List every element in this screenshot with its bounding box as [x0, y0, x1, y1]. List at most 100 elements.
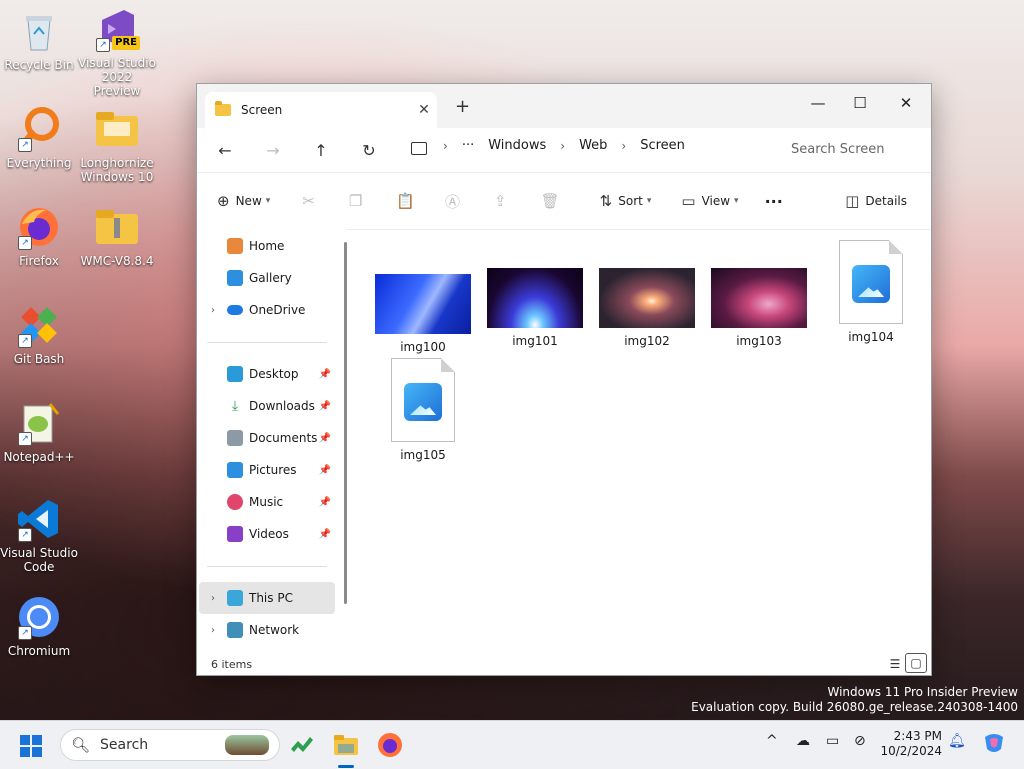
- cut-button[interactable]: ✂: [302, 192, 321, 210]
- desktop-icon-git-bash[interactable]: ↗ Git Bash: [0, 302, 78, 366]
- sidebar-item-home[interactable]: Home: [199, 230, 335, 262]
- desktop-icon-notepad-plus-plus[interactable]: ↗ Notepad++: [0, 400, 78, 464]
- desktop-icon-everything[interactable]: ↗ Everything: [0, 106, 78, 170]
- clock-date: 10/2/2024: [880, 744, 942, 758]
- chevron-right-icon[interactable]: ›: [199, 593, 227, 604]
- desktop-icon-label: Chromium: [7, 644, 71, 658]
- search-input[interactable]: Search Screen: [781, 136, 931, 164]
- notification-bell-icon[interactable]: 🔔︎: [948, 733, 966, 749]
- copilot-logo-icon: [985, 734, 1003, 752]
- file-name: img103: [736, 334, 782, 348]
- sidebar-scrollbar[interactable]: [344, 242, 347, 604]
- new-button[interactable]: ⊕ New ▾: [217, 192, 270, 210]
- onedrive-offline-icon[interactable]: ☁︎: [796, 733, 810, 749]
- details-button[interactable]: ◫ Details: [845, 192, 907, 210]
- network-icon: [227, 622, 243, 638]
- windows-watermark: Windows 11 Pro Insider Preview Evaluatio…: [691, 685, 1018, 715]
- desktop-icon-wmc[interactable]: WMC-V8.8.4: [78, 204, 156, 268]
- view-button[interactable]: ▭ View ▾: [681, 192, 738, 210]
- large-icons-view-toggle[interactable]: ▢: [905, 653, 927, 673]
- close-tab-icon[interactable]: ✕: [411, 102, 437, 118]
- new-label: New: [235, 194, 262, 208]
- taskbar-app-terminal[interactable]: [288, 731, 316, 759]
- sidebar-item-documents[interactable]: Documents 📌: [199, 422, 335, 454]
- chevron-right-icon: ›: [621, 138, 627, 153]
- sidebar-item-label: Gallery: [249, 271, 292, 285]
- more-crumbs-icon[interactable]: ···: [462, 138, 474, 153]
- desktop-icon-label: Visual Studio Code: [0, 546, 78, 574]
- cloud-icon: [227, 305, 243, 315]
- breadcrumb-windows[interactable]: Windows: [488, 138, 546, 153]
- search-highlight-image-icon: [225, 735, 269, 755]
- everything-icon: ↗: [16, 106, 62, 152]
- up-button[interactable]: ↑: [297, 141, 345, 160]
- forward-button[interactable]: →: [249, 141, 297, 160]
- network-icon[interactable]: ⊘: [854, 733, 866, 749]
- desktop-icon-recycle-bin[interactable]: Recycle Bin: [0, 8, 78, 72]
- sidebar-item-music[interactable]: Music 📌: [199, 486, 335, 518]
- desktop-icon-label: Git Bash: [13, 352, 65, 366]
- taskbar-search-box[interactable]: 🔍︎ Search: [60, 729, 280, 761]
- navigation-bar: ← → ↑ ↻ › ··· Windows › Web › Screen Sea…: [197, 128, 931, 173]
- trash-icon: 🗑: [540, 192, 560, 210]
- minimize-button[interactable]: —: [795, 88, 841, 118]
- image-thumbnail: [487, 268, 583, 328]
- recycle-bin-icon: [16, 8, 62, 54]
- desktop-icon-chromium[interactable]: ↗ Chromium: [0, 594, 78, 658]
- desktop-icon-longhornize[interactable]: Longhornize Windows 10: [78, 106, 156, 184]
- paste-button[interactable]: 📋: [396, 192, 421, 210]
- chevron-right-icon[interactable]: ›: [199, 305, 227, 316]
- desktop-icon-vscode[interactable]: ↗ Visual Studio Code: [0, 496, 78, 574]
- back-button[interactable]: ←: [201, 141, 249, 160]
- sidebar-item-pictures[interactable]: Pictures 📌: [199, 454, 335, 486]
- maximize-button[interactable]: ☐: [837, 88, 883, 118]
- shortcut-arrow-icon: ↗: [18, 236, 32, 250]
- shortcut-arrow-icon: ↗: [18, 528, 32, 542]
- taskbar-clock[interactable]: 2:43 PM 10/2/2024: [880, 729, 942, 759]
- sidebar-item-this-pc[interactable]: › This PC: [199, 582, 335, 614]
- desktop-icon-visual-studio-2022-preview[interactable]: PRE ↗ Visual Studio 2022 Preview: [78, 6, 156, 98]
- share-button[interactable]: ⇪: [494, 192, 513, 210]
- copy-button[interactable]: ❐: [349, 192, 368, 210]
- sidebar-item-desktop[interactable]: Desktop 📌: [199, 358, 335, 390]
- watermark-line-2: Evaluation copy. Build 26080.ge_release.…: [691, 700, 1018, 714]
- chevron-right-icon[interactable]: ›: [199, 625, 227, 636]
- breadcrumb-web[interactable]: Web: [579, 138, 607, 153]
- taskbar-app-file-explorer[interactable]: [332, 731, 360, 768]
- details-view-toggle[interactable]: ☰: [885, 655, 905, 673]
- vscode-icon: ↗: [16, 496, 62, 542]
- this-pc-icon: [227, 590, 243, 606]
- sidebar-item-onedrive[interactable]: › OneDrive: [199, 294, 335, 326]
- monitor-icon[interactable]: [411, 142, 427, 155]
- taskbar-app-firefox[interactable]: [376, 731, 404, 759]
- chevron-down-icon: ▾: [646, 196, 652, 206]
- file-item[interactable]: img101: [485, 268, 585, 348]
- tab-screen[interactable]: Screen ✕: [205, 92, 437, 128]
- file-item[interactable]: img104: [821, 240, 921, 344]
- more-options-button[interactable]: ···: [765, 192, 783, 211]
- display-icon[interactable]: ▭: [826, 733, 839, 749]
- file-item[interactable]: img102: [597, 268, 697, 348]
- sidebar-item-videos[interactable]: Videos 📌: [199, 518, 335, 550]
- close-button[interactable]: ✕: [883, 88, 929, 118]
- desktop-icon-firefox[interactable]: ↗ Firefox: [0, 204, 78, 268]
- file-name: img101: [512, 334, 558, 348]
- start-button[interactable]: [20, 735, 42, 757]
- new-tab-button[interactable]: +: [455, 96, 470, 117]
- sidebar-item-network[interactable]: › Network: [199, 614, 335, 646]
- file-item[interactable]: img100: [373, 274, 473, 354]
- file-item[interactable]: img105: [373, 358, 473, 462]
- sidebar-item-downloads[interactable]: ⤓ Downloads 📌: [199, 390, 335, 422]
- delete-button[interactable]: 🗑: [541, 192, 566, 210]
- sort-button[interactable]: ⇅ Sort ▾: [600, 192, 652, 210]
- copilot-icon[interactable]: [982, 731, 1006, 759]
- scissors-icon: ✂: [302, 192, 315, 210]
- rename-button[interactable]: Ⓐ: [445, 191, 466, 212]
- sidebar-item-gallery[interactable]: Gallery: [199, 262, 335, 294]
- refresh-button[interactable]: ↻: [345, 141, 393, 160]
- sidebar-item-label: Network: [249, 623, 300, 637]
- breadcrumb-screen[interactable]: Screen: [640, 138, 685, 153]
- show-hidden-icons-button[interactable]: ^: [766, 733, 778, 749]
- desktop-icon-label: Longhornize Windows 10: [80, 156, 154, 184]
- file-item[interactable]: img103: [709, 268, 809, 348]
